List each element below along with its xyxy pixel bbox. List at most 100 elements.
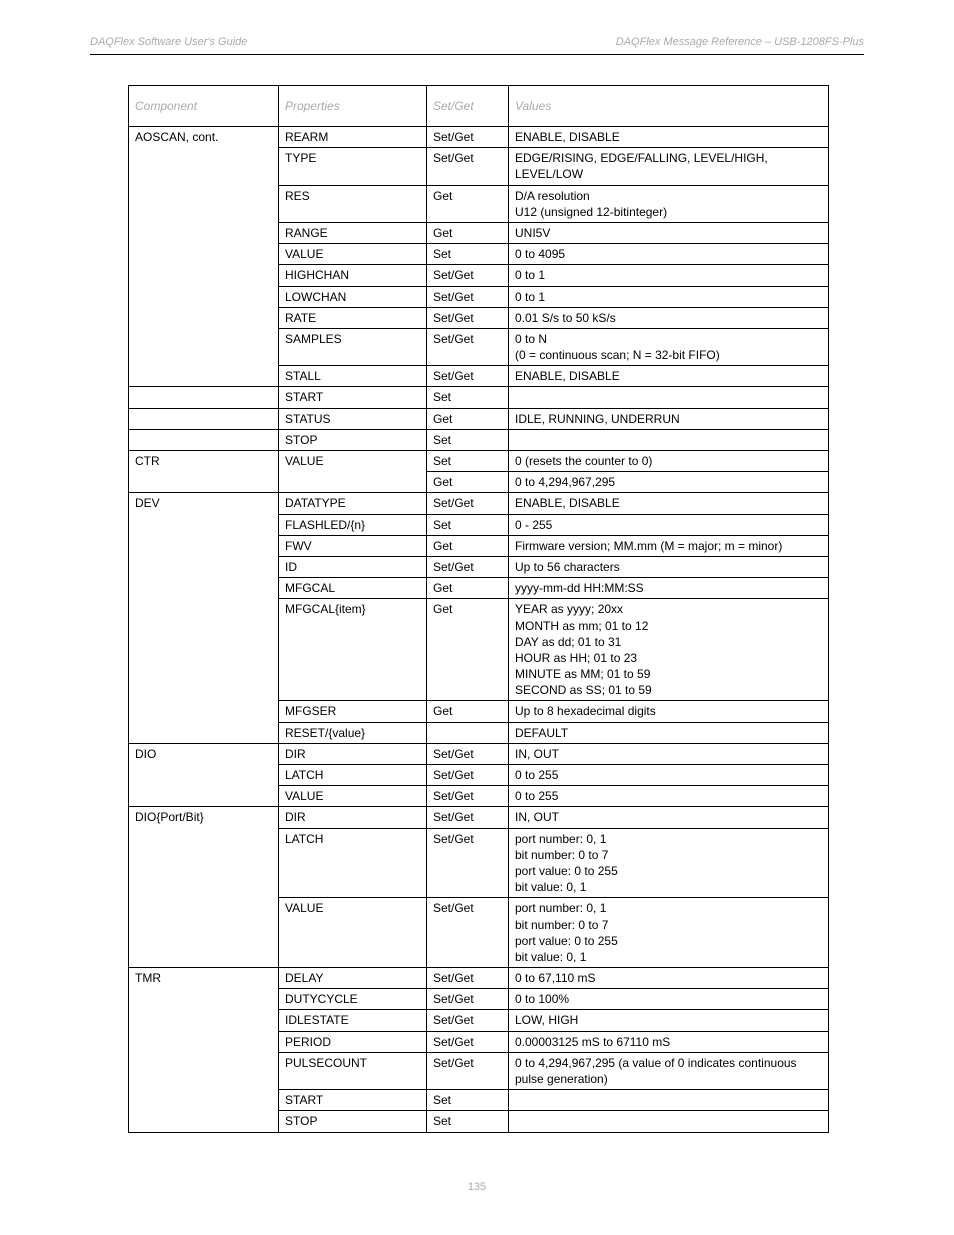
cell-component: DEV bbox=[129, 493, 279, 743]
cell-property: VALUE bbox=[279, 898, 427, 968]
cell-property: LOWCHAN bbox=[279, 286, 427, 307]
cell-property: RES bbox=[279, 185, 427, 222]
cell-property: RATE bbox=[279, 307, 427, 328]
cell-values: EDGE/RISING, EDGE/FALLING, LEVEL/HIGH, L… bbox=[509, 148, 829, 185]
cell-values: 0.01 S/s to 50 kS/s bbox=[509, 307, 829, 328]
cell-setget: Set/Get bbox=[427, 286, 509, 307]
cell-values bbox=[509, 387, 829, 408]
cell-setget: Get bbox=[427, 408, 509, 429]
cell-setget: Set/Get bbox=[427, 968, 509, 989]
cell-values: 0 to 255 bbox=[509, 786, 829, 807]
cell-values: Up to 8 hexadecimal digits bbox=[509, 701, 829, 722]
cell-setget: Set bbox=[427, 1111, 509, 1132]
cell-setget: Set bbox=[427, 451, 509, 472]
cell-property: DELAY bbox=[279, 968, 427, 989]
cell-values: Firmware version; MM.mm (M = major; m = … bbox=[509, 535, 829, 556]
cell-property: MFGCAL{item} bbox=[279, 599, 427, 701]
cell-property: REARM bbox=[279, 127, 427, 148]
cell-property: DIR bbox=[279, 743, 427, 764]
cell-property: FLASHLED/{n} bbox=[279, 514, 427, 535]
cell-values: 0 - 255 bbox=[509, 514, 829, 535]
cell-property: IDLESTATE bbox=[279, 1010, 427, 1031]
cell-property: START bbox=[279, 1090, 427, 1111]
cell-component: AOSCAN, cont. bbox=[129, 127, 279, 387]
reference-table: Component Properties Set/Get Values AOSC… bbox=[128, 85, 829, 1133]
th-component: Component bbox=[129, 86, 279, 127]
table-head: Component Properties Set/Get Values bbox=[129, 86, 829, 127]
cell-setget: Set/Get bbox=[427, 898, 509, 968]
cell-values: yyyy-mm-dd HH:MM:SS bbox=[509, 578, 829, 599]
cell-values bbox=[509, 1090, 829, 1111]
cell-setget: Set bbox=[427, 244, 509, 265]
page-header: DAQFlex Software User's Guide DAQFlex Me… bbox=[90, 36, 864, 55]
cell-setget: Set bbox=[427, 514, 509, 535]
cell-setget: Get bbox=[427, 472, 509, 493]
cell-property: STOP bbox=[279, 429, 427, 450]
cell-values: port number: 0, 1 bit number: 0 to 7 por… bbox=[509, 828, 829, 898]
cell-component: TMR bbox=[129, 968, 279, 1133]
page-footer: 135 bbox=[90, 1181, 864, 1193]
cell-setget: Get bbox=[427, 185, 509, 222]
cell-setget: Set/Get bbox=[427, 127, 509, 148]
cell-setget: Set/Get bbox=[427, 765, 509, 786]
cell-setget: Set/Get bbox=[427, 265, 509, 286]
cell-component bbox=[129, 387, 279, 408]
cell-component: DIO{Port/Bit} bbox=[129, 807, 279, 968]
cell-component: CTR bbox=[129, 451, 279, 493]
reference-table-wrap: Component Properties Set/Get Values AOSC… bbox=[128, 85, 864, 1133]
table-row: DIODIRSet/GetIN, OUT bbox=[129, 743, 829, 764]
cell-property: RESET/{value} bbox=[279, 722, 427, 743]
table-body: AOSCAN, cont.REARMSet/GetENABLE, DISABLE… bbox=[129, 127, 829, 1133]
cell-property: DIR bbox=[279, 807, 427, 828]
cell-property: PERIOD bbox=[279, 1031, 427, 1052]
cell-property: VALUE bbox=[279, 786, 427, 807]
cell-setget: Get bbox=[427, 535, 509, 556]
cell-values: LOW, HIGH bbox=[509, 1010, 829, 1031]
cell-values: YEAR as yyyy; 20xx MONTH as mm; 01 to 12… bbox=[509, 599, 829, 701]
cell-values: 0 (resets the counter to 0) bbox=[509, 451, 829, 472]
cell-property: START bbox=[279, 387, 427, 408]
cell-setget: Set/Get bbox=[427, 1010, 509, 1031]
cell-values: 0.00003125 mS to 67110 mS bbox=[509, 1031, 829, 1052]
table-row: AOSCAN, cont.REARMSet/GetENABLE, DISABLE bbox=[129, 127, 829, 148]
cell-values: 0 to 1 bbox=[509, 286, 829, 307]
cell-values: Up to 56 characters bbox=[509, 556, 829, 577]
cell-setget: Set/Get bbox=[427, 307, 509, 328]
cell-setget: Get bbox=[427, 578, 509, 599]
cell-property: HIGHCHAN bbox=[279, 265, 427, 286]
cell-values: IDLE, RUNNING, UNDERRUN bbox=[509, 408, 829, 429]
cell-property: VALUE bbox=[279, 244, 427, 265]
cell-setget: Get bbox=[427, 701, 509, 722]
cell-property: TYPE bbox=[279, 148, 427, 185]
cell-property: FWV bbox=[279, 535, 427, 556]
th-properties: Properties bbox=[279, 86, 427, 127]
cell-setget: Set/Get bbox=[427, 366, 509, 387]
cell-values: D/A resolution U12 (unsigned 12-bitinteg… bbox=[509, 185, 829, 222]
cell-setget: Get bbox=[427, 599, 509, 701]
cell-values: 0 to 100% bbox=[509, 989, 829, 1010]
table-row: STOPSet bbox=[129, 429, 829, 450]
cell-values: IN, OUT bbox=[509, 743, 829, 764]
page-number: 135 bbox=[468, 1181, 486, 1193]
cell-property: MFGCAL bbox=[279, 578, 427, 599]
cell-property: STATUS bbox=[279, 408, 427, 429]
cell-setget bbox=[427, 722, 509, 743]
cell-property: LATCH bbox=[279, 828, 427, 898]
cell-values: 0 to 1 bbox=[509, 265, 829, 286]
cell-property: STALL bbox=[279, 366, 427, 387]
table-row: CTRVALUESet0 (resets the counter to 0) bbox=[129, 451, 829, 472]
header-left: DAQFlex Software User's Guide bbox=[90, 36, 477, 48]
table-row: STATUSGetIDLE, RUNNING, UNDERRUN bbox=[129, 408, 829, 429]
cell-property: DATATYPE bbox=[279, 493, 427, 514]
cell-values bbox=[509, 429, 829, 450]
cell-values: port number: 0, 1 bit number: 0 to 7 por… bbox=[509, 898, 829, 968]
table-row: DIO{Port/Bit}DIRSet/GetIN, OUT bbox=[129, 807, 829, 828]
cell-setget: Set bbox=[427, 387, 509, 408]
cell-setget: Set bbox=[427, 1090, 509, 1111]
cell-values: 0 to 4,294,967,295 (a value of 0 indicat… bbox=[509, 1052, 829, 1089]
cell-setget: Set/Get bbox=[427, 786, 509, 807]
cell-property: VALUE bbox=[279, 451, 427, 493]
page: DAQFlex Software User's Guide DAQFlex Me… bbox=[0, 0, 954, 1235]
cell-setget: Set/Get bbox=[427, 1052, 509, 1089]
cell-values: 0 to 67,110 mS bbox=[509, 968, 829, 989]
